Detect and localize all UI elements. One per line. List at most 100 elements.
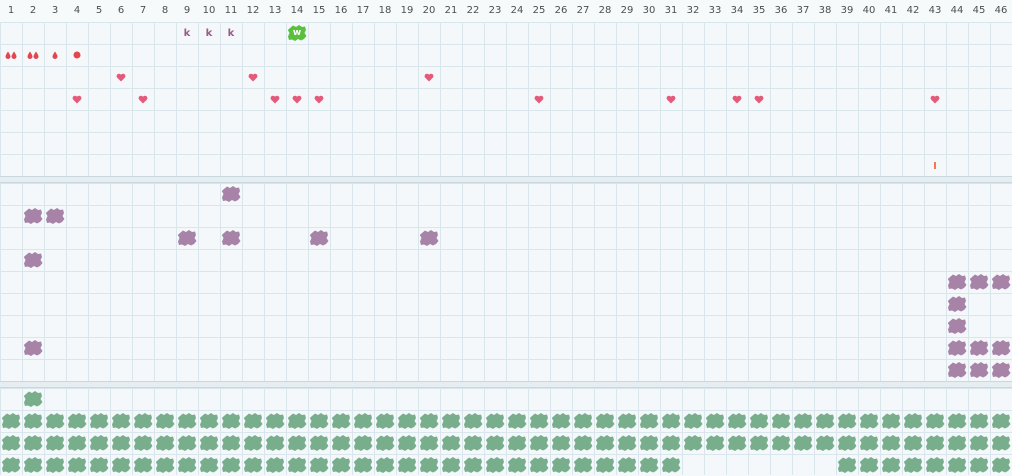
green-blob-icon[interactable] xyxy=(902,410,924,432)
green-blob-icon[interactable] xyxy=(198,410,220,432)
green-blob-icon[interactable] xyxy=(220,410,242,432)
purple-blob-icon[interactable] xyxy=(44,205,66,227)
green-blob-icon[interactable] xyxy=(660,432,682,454)
green-blob-icon[interactable] xyxy=(462,410,484,432)
green-blob-icon[interactable] xyxy=(528,454,550,476)
green-blob-icon[interactable] xyxy=(550,432,572,454)
green-blob-icon[interactable] xyxy=(396,454,418,476)
green-blob-icon[interactable] xyxy=(154,410,176,432)
green-blob-icon[interactable] xyxy=(88,410,110,432)
green-blob-icon[interactable] xyxy=(264,454,286,476)
green-blob-icon[interactable] xyxy=(308,454,330,476)
green-blob-icon[interactable] xyxy=(858,410,880,432)
green-blob-icon[interactable] xyxy=(792,432,814,454)
purple-blob-icon[interactable] xyxy=(176,227,198,249)
green-blob-icon[interactable] xyxy=(110,454,132,476)
green-blob-icon[interactable] xyxy=(616,454,638,476)
green-blob-icon[interactable] xyxy=(418,432,440,454)
green-blob-icon[interactable] xyxy=(220,454,242,476)
green-blob-icon[interactable] xyxy=(550,454,572,476)
green-blob-icon[interactable] xyxy=(484,454,506,476)
green-blob-icon[interactable] xyxy=(286,454,308,476)
dot-icon[interactable] xyxy=(66,44,88,66)
green-blob-icon[interactable] xyxy=(374,410,396,432)
green-blob-icon[interactable] xyxy=(22,432,44,454)
green-blob-icon[interactable] xyxy=(836,410,858,432)
double-drop-icon[interactable] xyxy=(22,44,44,66)
green-blob-icon[interactable] xyxy=(66,432,88,454)
green-blob-icon[interactable] xyxy=(682,432,704,454)
green-blob-icon[interactable] xyxy=(792,410,814,432)
green-blob-icon[interactable] xyxy=(132,410,154,432)
green-blob-icon[interactable] xyxy=(506,410,528,432)
green-blob-icon[interactable] xyxy=(748,410,770,432)
green-blob-icon[interactable] xyxy=(220,432,242,454)
green-blob-icon[interactable] xyxy=(836,432,858,454)
green-blob-icon[interactable] xyxy=(198,454,220,476)
green-blob-icon[interactable] xyxy=(330,454,352,476)
purple-blob-icon[interactable] xyxy=(418,227,440,249)
green-blob-icon[interactable] xyxy=(44,410,66,432)
heart-icon[interactable] xyxy=(418,66,440,88)
w-blob-icon[interactable]: w xyxy=(286,22,308,44)
green-blob-icon[interactable] xyxy=(66,410,88,432)
green-blob-icon[interactable] xyxy=(462,432,484,454)
green-blob-icon[interactable] xyxy=(374,432,396,454)
green-blob-icon[interactable] xyxy=(682,410,704,432)
green-blob-icon[interactable] xyxy=(418,454,440,476)
green-blob-icon[interactable] xyxy=(726,410,748,432)
letter-k-icon[interactable]: k xyxy=(176,22,198,44)
green-blob-icon[interactable] xyxy=(660,454,682,476)
green-blob-icon[interactable] xyxy=(374,454,396,476)
green-blob-icon[interactable] xyxy=(484,410,506,432)
green-blob-icon[interactable] xyxy=(638,410,660,432)
green-blob-icon[interactable] xyxy=(242,432,264,454)
green-blob-icon[interactable] xyxy=(946,454,968,476)
purple-blob-icon[interactable] xyxy=(946,293,968,315)
green-blob-icon[interactable] xyxy=(198,432,220,454)
green-blob-icon[interactable] xyxy=(638,454,660,476)
green-blob-icon[interactable] xyxy=(616,432,638,454)
green-blob-icon[interactable] xyxy=(396,432,418,454)
green-blob-icon[interactable] xyxy=(836,454,858,476)
green-blob-icon[interactable] xyxy=(924,410,946,432)
green-blob-icon[interactable] xyxy=(594,410,616,432)
green-blob-icon[interactable] xyxy=(638,432,660,454)
purple-blob-icon[interactable] xyxy=(22,249,44,271)
heart-icon[interactable] xyxy=(924,88,946,110)
green-blob-icon[interactable] xyxy=(22,454,44,476)
green-blob-icon[interactable] xyxy=(704,432,726,454)
green-blob-icon[interactable] xyxy=(308,410,330,432)
green-blob-icon[interactable] xyxy=(946,410,968,432)
green-blob-icon[interactable] xyxy=(880,454,902,476)
green-blob-icon[interactable] xyxy=(770,410,792,432)
green-blob-icon[interactable] xyxy=(858,454,880,476)
green-blob-icon[interactable] xyxy=(902,454,924,476)
green-blob-icon[interactable] xyxy=(44,454,66,476)
green-blob-icon[interactable] xyxy=(902,432,924,454)
marker-bar-icon[interactable] xyxy=(924,154,946,176)
green-blob-icon[interactable] xyxy=(572,410,594,432)
green-blob-icon[interactable] xyxy=(748,432,770,454)
green-blob-icon[interactable] xyxy=(528,432,550,454)
green-blob-icon[interactable] xyxy=(22,388,44,410)
green-blob-icon[interactable] xyxy=(396,410,418,432)
green-blob-icon[interactable] xyxy=(176,454,198,476)
green-blob-icon[interactable] xyxy=(286,410,308,432)
green-blob-icon[interactable] xyxy=(704,410,726,432)
green-blob-icon[interactable] xyxy=(176,432,198,454)
green-blob-icon[interactable] xyxy=(572,454,594,476)
heart-icon[interactable] xyxy=(264,88,286,110)
heart-icon[interactable] xyxy=(66,88,88,110)
green-blob-icon[interactable] xyxy=(550,410,572,432)
green-blob-icon[interactable] xyxy=(154,454,176,476)
heart-icon[interactable] xyxy=(110,66,132,88)
green-blob-icon[interactable] xyxy=(418,410,440,432)
double-drop-icon[interactable] xyxy=(0,44,22,66)
green-blob-icon[interactable] xyxy=(462,454,484,476)
green-blob-icon[interactable] xyxy=(990,432,1012,454)
purple-blob-icon[interactable] xyxy=(968,337,990,359)
letter-k-icon[interactable]: k xyxy=(198,22,220,44)
green-blob-icon[interactable] xyxy=(176,410,198,432)
green-blob-icon[interactable] xyxy=(440,410,462,432)
